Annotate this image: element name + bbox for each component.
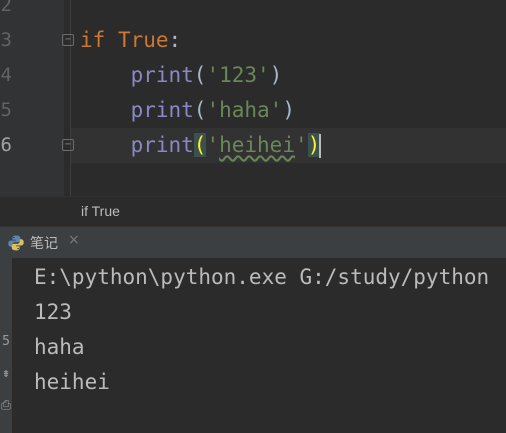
breadcrumb-item[interactable]: if True <box>81 203 120 219</box>
run-tab-label: 笔记 <box>30 236 58 252</box>
matched-open-paren: ( <box>193 133 207 157</box>
code-line-5[interactable]: print('haha') <box>80 93 295 128</box>
run-console[interactable]: 5 ⇟ ⎙ E:\python\python.exe G:/study/pyth… <box>0 258 506 433</box>
keyword-if: if <box>80 28 106 52</box>
line-number-6: 6 <box>0 134 12 156</box>
keyword-true: True <box>117 28 169 52</box>
builtin-print: print <box>130 98 194 122</box>
print-icon[interactable]: ⎙ <box>0 398 12 413</box>
python-icon <box>8 235 24 251</box>
string-literal: 'haha' <box>206 98 283 122</box>
line-number-2: 2 <box>0 0 12 16</box>
breadcrumb[interactable]: if True <box>0 196 506 226</box>
fold-end-icon[interactable]: − <box>62 139 74 151</box>
spellcheck-word: heihei <box>219 133 295 157</box>
run-tool-header: 笔记 × <box>0 226 506 258</box>
gutter-divider <box>70 0 71 196</box>
close-icon[interactable]: × <box>68 232 80 248</box>
builtin-print: print <box>130 133 194 157</box>
line-number-4: 4 <box>0 64 12 86</box>
builtin-print: print <box>130 63 194 87</box>
text-caret <box>319 134 322 158</box>
code-editor[interactable]: 2 3 4 5 6 − − if True: print('123') prin… <box>0 0 506 196</box>
colon: : <box>168 28 182 52</box>
string-literal: '123' <box>206 63 270 87</box>
run-tab[interactable]: 笔记 × <box>0 227 90 258</box>
scroll-to-end-icon[interactable]: ⇟ <box>0 366 12 381</box>
line-number-gutter: 2 3 4 5 6 <box>0 0 64 196</box>
console-output-line: E:\python\python.exe G:/study/python <box>34 265 490 289</box>
code-line-4[interactable]: print('123') <box>80 58 283 93</box>
rerun-icon[interactable]: 5 <box>0 334 12 349</box>
fold-icon[interactable]: − <box>62 34 74 46</box>
console-toolbar: 5 ⇟ ⎙ <box>0 258 12 433</box>
line-number-5: 5 <box>0 99 12 121</box>
code-line-6[interactable]: print('heihei') <box>80 128 322 163</box>
line-number-3: 3 <box>0 29 12 51</box>
console-output-line: haha <box>34 335 85 359</box>
console-output-line: 123 <box>34 300 72 324</box>
code-line-3[interactable]: if True: <box>80 23 181 58</box>
console-output-line: heihei <box>34 370 110 394</box>
